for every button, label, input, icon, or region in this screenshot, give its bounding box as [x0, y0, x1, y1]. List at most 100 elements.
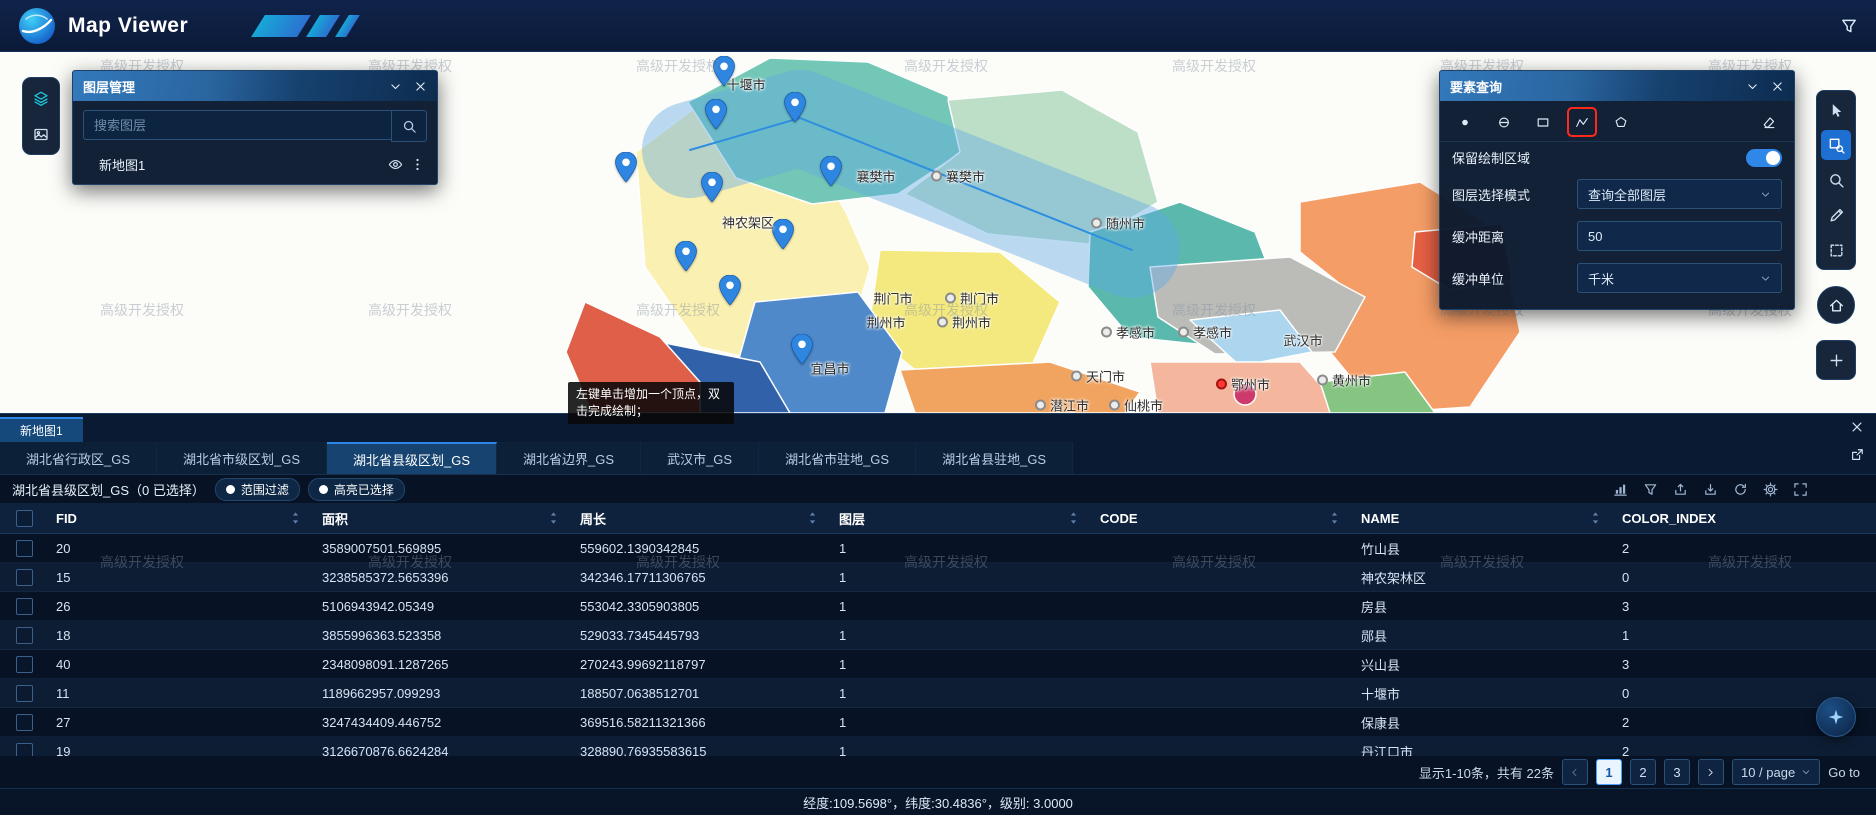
- download-icon[interactable]: [1703, 482, 1718, 497]
- basemap-gallery-button[interactable]: [27, 120, 55, 148]
- row-checkbox[interactable]: [16, 569, 33, 586]
- layer-tab[interactable]: 湖北省市驻地_GS: [759, 442, 916, 474]
- sort-icon[interactable]: [291, 511, 300, 525]
- table-row[interactable]: 273247434409.446752369516.582113213661保康…: [0, 708, 1876, 737]
- measure-tool[interactable]: [1821, 200, 1851, 230]
- row-checkbox[interactable]: [16, 540, 33, 557]
- point-tool[interactable]: [1452, 109, 1478, 135]
- header-filter-icon[interactable]: [1840, 17, 1858, 35]
- close-table-icon[interactable]: [1850, 420, 1864, 434]
- collapse-icon[interactable]: [389, 80, 402, 93]
- layer-tab[interactable]: 湖北省边界_GS: [497, 442, 641, 474]
- doc-tab-active[interactable]: 新地图1: [0, 417, 83, 442]
- row-checkbox[interactable]: [16, 656, 33, 673]
- sort-icon[interactable]: [1069, 511, 1078, 525]
- row-checkbox[interactable]: [16, 598, 33, 615]
- more-options-icon[interactable]: [410, 157, 425, 172]
- buffer-unit-select[interactable]: 千米: [1577, 263, 1782, 293]
- polyline-tool[interactable]: [1569, 109, 1595, 135]
- layer-tree-item[interactable]: 新地图1: [73, 150, 437, 184]
- layer-tab[interactable]: 武汉市_GS: [641, 442, 759, 474]
- row-checkbox[interactable]: [16, 714, 33, 731]
- layer-tab[interactable]: 湖北省行政区_GS: [0, 442, 157, 474]
- table-row[interactable]: 402348098091.1287265270243.996921187971兴…: [0, 650, 1876, 679]
- buffer-distance-input[interactable]: [1577, 221, 1782, 251]
- select-all-checkbox[interactable]: [16, 510, 33, 527]
- table-cell: 3126670876.6624284: [314, 744, 572, 757]
- table-row[interactable]: 203589007501.569895559602.13903428451竹山县…: [0, 534, 1876, 563]
- row-checkbox[interactable]: [16, 627, 33, 644]
- export-icon[interactable]: [1673, 482, 1688, 497]
- table-row[interactable]: 183855996363.523358529033.73454457931郧县1: [0, 621, 1876, 650]
- layer-mode-select[interactable]: 查询全部图层: [1577, 179, 1782, 209]
- column-header[interactable]: FID: [48, 503, 314, 533]
- goto-label[interactable]: Go to: [1828, 765, 1860, 780]
- row-checkbox[interactable]: [16, 685, 33, 702]
- column-header[interactable]: CODE: [1092, 503, 1353, 533]
- chart-icon[interactable]: [1613, 482, 1628, 497]
- column-header[interactable]: 图层: [831, 503, 1092, 533]
- table-row[interactable]: 153238585372.5653396342346.177113067651神…: [0, 563, 1876, 592]
- map-pin[interactable]: [772, 219, 794, 249]
- map-pin[interactable]: [615, 152, 637, 182]
- zoom-in-button[interactable]: [1821, 345, 1851, 375]
- extent-tool[interactable]: [1821, 235, 1851, 265]
- city-marker-dot: [1178, 327, 1189, 338]
- column-header[interactable]: NAME: [1353, 503, 1614, 533]
- column-header[interactable]: 面积: [314, 503, 572, 533]
- identify-tool[interactable]: [1821, 165, 1851, 195]
- feature-query-tool[interactable]: [1821, 130, 1851, 160]
- sort-icon[interactable]: [808, 511, 817, 525]
- table-cell: 3855996363.523358: [314, 628, 572, 643]
- next-page-button[interactable]: [1698, 759, 1724, 785]
- layer-tab[interactable]: 湖北省市级区划_GS: [157, 442, 327, 474]
- collapse-icon[interactable]: [1746, 80, 1759, 93]
- map-pin[interactable]: [719, 275, 741, 305]
- rect-tool[interactable]: [1530, 109, 1556, 135]
- table-row[interactable]: 193126670876.6624284328890.769355836151丹…: [0, 737, 1876, 756]
- table-cell: 兴山县: [1353, 655, 1614, 674]
- toggle-1[interactable]: 高亮已选择: [308, 478, 405, 501]
- circle-tool[interactable]: [1491, 109, 1517, 135]
- city-marker-dot: [937, 317, 948, 328]
- layer-tab[interactable]: 湖北省县级区划_GS: [327, 442, 497, 474]
- filter-icon[interactable]: [1643, 482, 1658, 497]
- layer-tab[interactable]: 湖北省县驻地_GS: [916, 442, 1073, 474]
- column-header[interactable]: 周长: [572, 503, 831, 533]
- column-header[interactable]: COLOR_INDEX: [1614, 503, 1876, 533]
- clear-draw-tool[interactable]: [1756, 109, 1782, 135]
- search-icon[interactable]: [391, 110, 427, 142]
- home-button[interactable]: [1817, 286, 1855, 324]
- map-pin[interactable]: [705, 99, 727, 129]
- page-button-1[interactable]: 1: [1596, 759, 1622, 785]
- expand-table-icon[interactable]: [1850, 448, 1864, 462]
- sort-icon[interactable]: [1330, 511, 1339, 525]
- page-size-select[interactable]: 10 / page: [1732, 759, 1820, 785]
- select-tool[interactable]: [1821, 95, 1851, 125]
- table-row[interactable]: 265106943942.05349553042.33059038051房县3: [0, 592, 1876, 621]
- map-pin[interactable]: [675, 241, 697, 271]
- page-button-2[interactable]: 2: [1630, 759, 1656, 785]
- row-checkbox[interactable]: [16, 743, 33, 757]
- table-row[interactable]: 111189662957.099293188507.06385127011十堰市…: [0, 679, 1876, 708]
- assistant-button[interactable]: [1816, 697, 1856, 737]
- sort-icon[interactable]: [549, 511, 558, 525]
- close-icon[interactable]: [414, 80, 427, 93]
- layer-manager-button[interactable]: [27, 84, 55, 112]
- close-icon[interactable]: [1771, 80, 1784, 93]
- toggle-0[interactable]: 范围过滤: [215, 478, 300, 501]
- visibility-eye-icon[interactable]: [388, 157, 403, 172]
- prev-page-button[interactable]: [1562, 759, 1588, 785]
- polygon-tool[interactable]: [1608, 109, 1634, 135]
- page-button-3[interactable]: 3: [1664, 759, 1690, 785]
- sort-icon[interactable]: [1591, 511, 1600, 525]
- settings-icon[interactable]: [1763, 482, 1778, 497]
- layer-search-input[interactable]: [83, 110, 391, 140]
- map-pin[interactable]: [820, 156, 842, 186]
- map-pin[interactable]: [701, 172, 723, 202]
- fullscreen-icon[interactable]: [1793, 482, 1808, 497]
- refresh-icon[interactable]: [1733, 482, 1748, 497]
- keep-region-toggle[interactable]: [1746, 149, 1782, 167]
- buffer-unit-label: 缓冲单位: [1452, 269, 1562, 288]
- map-pin[interactable]: [784, 92, 806, 122]
